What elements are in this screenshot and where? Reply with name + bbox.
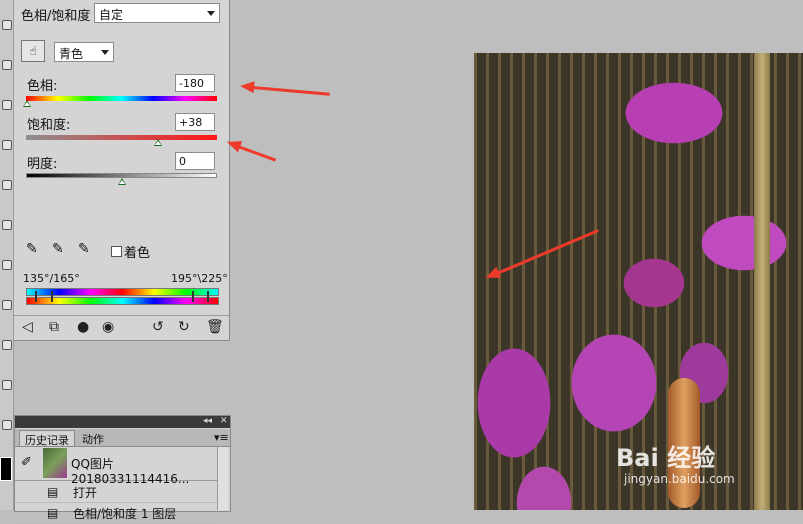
saturation-slider-thumb[interactable] bbox=[154, 139, 162, 146]
preset-dropdown[interactable]: 自定 bbox=[94, 3, 220, 23]
history-scrollbar[interactable] bbox=[217, 447, 228, 510]
history-tabs: 历史记录 动作 ▾≡ bbox=[15, 429, 230, 447]
history-snapshot[interactable]: ✐ QQ图片20180331114416... bbox=[15, 447, 217, 486]
history-panel: ◂◂ ✕ 历史记录 动作 ▾≡ ✐ QQ图片20180331114416... … bbox=[14, 415, 231, 524]
saturation-label: 饱和度: bbox=[27, 118, 71, 133]
range-marker[interactable] bbox=[192, 291, 194, 302]
lightness-label: 明度: bbox=[27, 157, 58, 172]
tool-icon[interactable] bbox=[2, 340, 12, 350]
trash-icon[interactable]: 🗑 bbox=[206, 319, 224, 335]
annotation-arrow bbox=[237, 145, 277, 162]
annotation-arrow bbox=[251, 86, 330, 96]
document-icon: ▤ bbox=[47, 506, 59, 520]
range-marker[interactable] bbox=[35, 291, 37, 302]
targeted-adjustment-hand-icon[interactable]: ☝ bbox=[21, 40, 45, 62]
tools-strip[interactable] bbox=[0, 0, 14, 510]
colorize-label: 着色 bbox=[124, 246, 151, 261]
channel-dropdown[interactable]: 青色 bbox=[54, 42, 114, 62]
history-panel-header: ◂◂ ✕ bbox=[15, 416, 230, 428]
tool-icon[interactable] bbox=[2, 100, 12, 110]
history-step-label: 色相/饱和度 1 图层 bbox=[73, 507, 177, 521]
chevron-down-icon bbox=[207, 11, 215, 16]
colorize-checkbox[interactable] bbox=[111, 246, 122, 257]
watermark-url: jingyan.baidu.com bbox=[624, 472, 735, 486]
document-icon: ▤ bbox=[47, 485, 59, 499]
tool-icon[interactable] bbox=[2, 180, 12, 190]
eyedropper-minus-icon[interactable]: ✎ bbox=[78, 241, 90, 257]
canvas-image[interactable]: Bai 经验 jingyan.baidu.com bbox=[474, 53, 803, 510]
color-range-bar-top bbox=[26, 288, 219, 296]
eyedropper-icon[interactable]: ✎ bbox=[26, 241, 38, 257]
lightness-slider-thumb[interactable] bbox=[118, 178, 126, 185]
hue-input[interactable]: -180 bbox=[175, 74, 215, 92]
tool-icon[interactable] bbox=[2, 20, 12, 30]
close-icon[interactable]: ✕ bbox=[220, 416, 228, 426]
history-step-label: 打开 bbox=[73, 486, 98, 500]
history-step[interactable]: ▤ 打开 bbox=[15, 482, 217, 503]
eyedropper-plus-icon[interactable]: ✎ bbox=[52, 241, 64, 257]
foreground-color-swatch[interactable] bbox=[0, 457, 12, 481]
reset-icon[interactable]: ↻ bbox=[178, 319, 190, 335]
tool-icon[interactable] bbox=[2, 220, 12, 230]
range-left-label: 135°/165° bbox=[23, 272, 80, 285]
clip-layer-icon[interactable]: ● bbox=[77, 319, 89, 335]
eye-icon[interactable]: ◉ bbox=[102, 319, 114, 335]
tool-icon[interactable] bbox=[2, 420, 12, 430]
previous-state-icon[interactable]: ↺ bbox=[152, 319, 164, 335]
panel-bottom-toolbar: ◁ ⧉ ● ◉ ↺ ↻ 🗑 bbox=[14, 315, 229, 341]
back-arrow-icon[interactable]: ◁ bbox=[22, 319, 33, 335]
hue-label: 色相: bbox=[27, 79, 58, 94]
lightness-input[interactable]: 0 bbox=[175, 152, 215, 170]
collapse-icon[interactable]: ◂◂ bbox=[203, 416, 212, 426]
tool-icon[interactable] bbox=[2, 260, 12, 270]
tool-icon[interactable] bbox=[2, 300, 12, 310]
hue-slider-thumb[interactable] bbox=[23, 100, 31, 107]
saturation-slider-track[interactable] bbox=[26, 135, 217, 140]
tab-history[interactable]: 历史记录 bbox=[19, 430, 75, 447]
tab-actions[interactable]: 动作 bbox=[77, 430, 109, 446]
panel-title: 色相/饱和度 bbox=[21, 9, 91, 24]
range-marker[interactable] bbox=[207, 291, 209, 302]
tool-icon[interactable] bbox=[2, 60, 12, 70]
brush-icon: ✐ bbox=[21, 455, 32, 470]
panel-menu-icon[interactable]: ▾≡ bbox=[209, 430, 234, 446]
channel-value: 青色 bbox=[59, 47, 84, 61]
watermark-logo: Bai 经验 bbox=[616, 444, 716, 472]
preset-value: 自定 bbox=[99, 8, 124, 22]
expand-view-icon[interactable]: ⧉ bbox=[49, 319, 59, 335]
saturation-input[interactable]: +38 bbox=[175, 113, 215, 131]
range-marker[interactable] bbox=[51, 291, 53, 302]
tool-icon[interactable] bbox=[2, 380, 12, 390]
range-right-label: 195°\225° bbox=[171, 272, 228, 285]
history-step[interactable]: ▤ 色相/饱和度 1 图层 bbox=[15, 503, 217, 524]
snapshot-thumbnail bbox=[43, 448, 67, 478]
chevron-down-icon bbox=[101, 50, 109, 55]
hue-slider-track[interactable] bbox=[26, 96, 217, 101]
tool-icon[interactable] bbox=[2, 140, 12, 150]
bamboo-pole bbox=[754, 53, 770, 510]
hue-saturation-panel: 色相/饱和度 自定 ☝ 青色 色相: -180 饱和度: +38 明度: 0 ✎… bbox=[14, 0, 230, 341]
color-range-bar-bottom[interactable] bbox=[26, 297, 219, 305]
